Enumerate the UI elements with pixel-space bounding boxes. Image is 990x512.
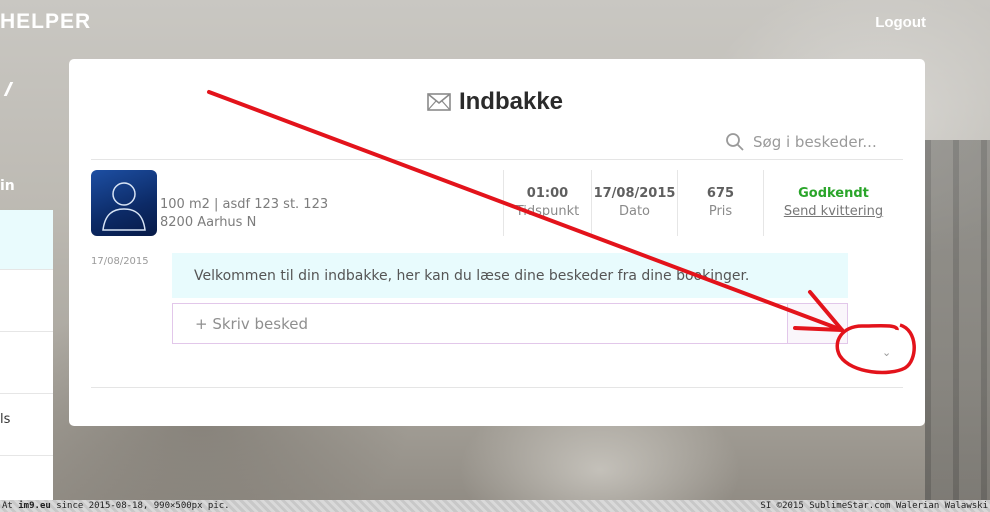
date-value: 17/08/2015 bbox=[593, 186, 676, 201]
brand-logo: HELPER bbox=[0, 10, 92, 33]
image-host-footer: At im9.eu since 2015-08-18, 990×500px pi… bbox=[0, 500, 990, 512]
message-input[interactable] bbox=[173, 304, 787, 343]
booking-date: 17/08/2015 Dato bbox=[592, 170, 677, 236]
search-box[interactable] bbox=[725, 132, 903, 152]
envelope-icon bbox=[427, 93, 451, 111]
message-date: 17/08/2015 bbox=[91, 256, 149, 267]
sidebar-menu: ls bbox=[0, 210, 53, 502]
message-bubble: Velkommen til din indbakke, her kan du l… bbox=[172, 253, 848, 298]
address-line: 100 m2 | asdf 123 st. 123 bbox=[160, 197, 329, 212]
booking-time: 01:00 Tidspunkt bbox=[504, 170, 591, 236]
sidebar-item-active[interactable] bbox=[0, 210, 53, 270]
divider bbox=[91, 387, 903, 388]
date-label: Dato bbox=[618, 204, 651, 219]
sidebar-item[interactable] bbox=[0, 270, 53, 332]
search-input[interactable] bbox=[753, 133, 903, 151]
sidebar-item[interactable]: ls bbox=[0, 394, 53, 456]
logout-link[interactable]: Logout bbox=[875, 14, 926, 31]
send-button[interactable] bbox=[787, 304, 847, 343]
user-silhouette-icon bbox=[102, 182, 146, 231]
page-title: Indbakke bbox=[427, 88, 563, 116]
booking-price: 675 Pris bbox=[678, 170, 763, 236]
background-shelf bbox=[925, 140, 990, 500]
price-label: Pris bbox=[708, 204, 733, 219]
compose-box[interactable] bbox=[172, 303, 848, 344]
footer-site-link[interactable]: im9.eu bbox=[18, 501, 51, 511]
divider bbox=[91, 159, 903, 160]
status-badge: Godkendt bbox=[798, 186, 869, 201]
sidebar-user-label: in bbox=[0, 178, 15, 194]
send-receipt-link[interactable]: Send kvittering bbox=[764, 204, 903, 219]
avatar bbox=[91, 170, 157, 236]
sidebar-item-label: ls bbox=[0, 412, 11, 427]
booking-status: Godkendt Send kvittering bbox=[764, 170, 903, 236]
page-title-text: Indbakke bbox=[458, 88, 564, 115]
price-value: 675 bbox=[706, 186, 735, 201]
time-value: 01:00 bbox=[526, 186, 569, 201]
address-line: 8200 Aarhus N bbox=[160, 215, 257, 230]
time-label: Tidspunkt bbox=[515, 204, 580, 219]
chevron-down-icon[interactable]: ⌄ bbox=[882, 346, 894, 359]
footer-credit: SI ©2015 SublimeStar.com Walerian Walaws… bbox=[760, 501, 988, 511]
sidebar-item[interactable] bbox=[0, 332, 53, 394]
booking-address: 100 m2 | asdf 123 st. 123 8200 Aarhus N bbox=[160, 196, 328, 232]
search-icon bbox=[726, 133, 744, 151]
